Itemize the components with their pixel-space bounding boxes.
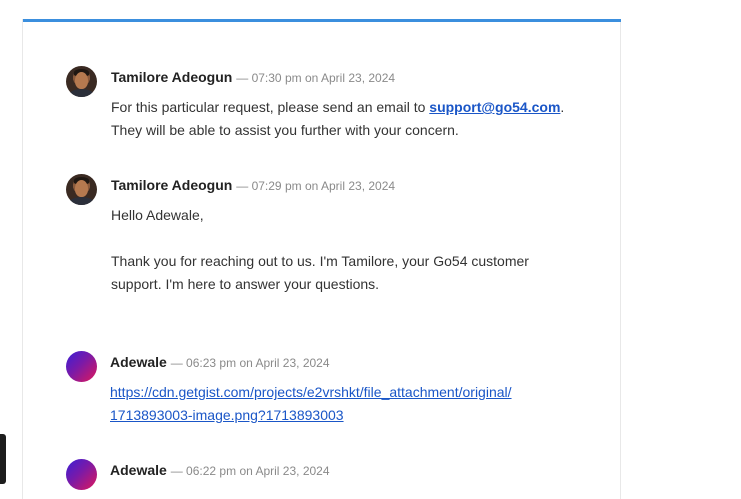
- avatar[interactable]: [66, 174, 97, 205]
- conversation-panel: Tamilore Adeogun — 07:30 pm on April 23,…: [22, 19, 621, 499]
- message-text-end: .: [560, 99, 565, 115]
- panel-accent-bar: [23, 19, 621, 22]
- author-name: Tamilore Adeogun: [111, 69, 233, 85]
- attachment-link[interactable]: https://cdn.getgist.com/projects/e2vrshk…: [110, 381, 580, 427]
- side-drawer-handle[interactable]: [0, 434, 6, 484]
- message-meta: — 07:30 pm on April 23, 2024: [236, 71, 396, 85]
- avatar-shirt: [69, 197, 94, 205]
- message-header: Tamilore Adeogun — 07:30 pm on April 23,…: [111, 68, 395, 87]
- author-name: Adewale: [110, 354, 167, 370]
- message-on-label: on: [304, 179, 319, 193]
- message-date: April 23, 2024: [255, 356, 330, 370]
- message-paragraph-line2: support. I'm here to answer your questio…: [111, 276, 380, 292]
- avatar-face: [75, 180, 88, 197]
- message-header: Tamilore Adeogun — 07:29 pm on April 23,…: [111, 176, 395, 195]
- message-time: 06:23 pm: [186, 356, 237, 370]
- message-date: April 23, 2024: [321, 179, 396, 193]
- message-time: 07:30 pm: [251, 71, 302, 85]
- message-on-label: on: [239, 356, 253, 370]
- message-item: Tamilore Adeogun — 07:29 pm on April 23,…: [66, 174, 546, 304]
- author-name: Tamilore Adeogun: [111, 177, 233, 193]
- message-meta: — 06:22 pm on April 23, 2024: [170, 464, 330, 478]
- message-header: Adewale — 06:22 pm on April 23, 2024: [110, 461, 330, 480]
- attachment-link-line2: 1713893003-image.png?1713893003: [110, 407, 344, 423]
- message-item: Adewale — 06:23 pm on April 23, 2024 htt…: [66, 351, 546, 431]
- message-header: Adewale — 06:23 pm on April 23, 2024: [110, 353, 330, 372]
- message-body: https://cdn.getgist.com/projects/e2vrshk…: [110, 381, 580, 427]
- avatar-shirt: [69, 89, 94, 97]
- message-item: Tamilore Adeogun — 07:30 pm on April 23,…: [66, 66, 564, 141]
- message-paragraph-line1: Thank you for reaching out to us. I'm Ta…: [111, 253, 529, 269]
- avatar-face: [75, 72, 88, 89]
- avatar[interactable]: [66, 351, 97, 382]
- message-date: April 23, 2024: [321, 71, 396, 85]
- author-name: Adewale: [110, 462, 167, 478]
- support-email-link[interactable]: support@go54.com: [429, 99, 560, 115]
- message-text: For this particular request, please send…: [111, 99, 430, 115]
- message-meta: — 07:29 pm on April 23, 2024: [236, 179, 396, 193]
- avatar[interactable]: [66, 459, 97, 490]
- message-body: Hello Adewale, Thank you for reaching ou…: [111, 204, 581, 296]
- message-date: April 23, 2024: [255, 464, 330, 478]
- avatar[interactable]: [66, 66, 97, 97]
- message-time: 06:22 pm: [186, 464, 237, 478]
- message-meta: — 06:23 pm on April 23, 2024: [170, 356, 330, 370]
- message-item: Adewale — 06:22 pm on April 23, 2024: [66, 459, 546, 499]
- message-text-line2: They will be able to assist you further …: [111, 122, 459, 138]
- message-on-label: on: [239, 464, 253, 478]
- message-on-label: on: [304, 71, 319, 85]
- attachment-link-line1: https://cdn.getgist.com/projects/e2vrshk…: [110, 384, 512, 400]
- message-time: 07:29 pm: [251, 179, 302, 193]
- message-greeting: Hello Adewale,: [111, 207, 204, 223]
- message-body: For this particular request, please send…: [111, 96, 581, 142]
